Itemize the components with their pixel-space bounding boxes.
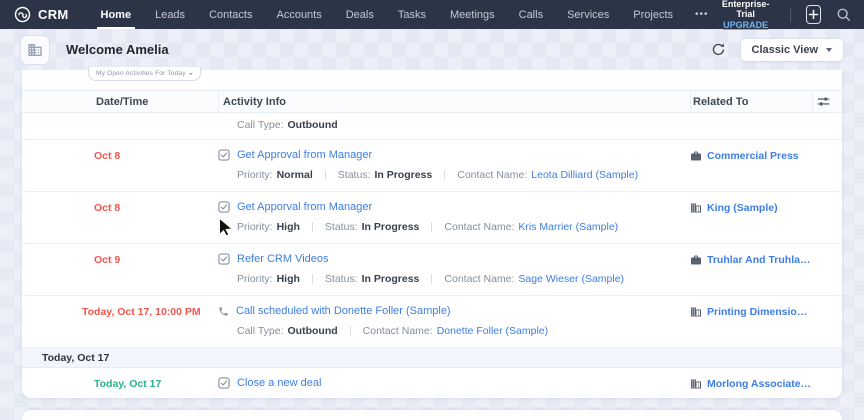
column-header-related-to[interactable]: Related To bbox=[690, 91, 812, 112]
detail-label: Call Type: bbox=[237, 325, 284, 337]
table-row[interactable]: Today, Oct 17, 10:00 PM Call scheduled w… bbox=[22, 296, 842, 348]
tab-meetings[interactable]: Meetings bbox=[438, 0, 507, 29]
view-selector-label: Classic View bbox=[752, 44, 818, 56]
detail-value: Normal bbox=[277, 169, 313, 181]
row-date: Oct 8 bbox=[94, 202, 120, 214]
zoho-crm-logo-icon bbox=[14, 6, 31, 23]
trial-badge: Enterprise-Trial UPGRADE bbox=[719, 0, 773, 30]
detail-label: Contact Name: bbox=[444, 221, 514, 233]
account-icon bbox=[690, 201, 702, 219]
nav-right-controls: Enterprise-Trial UPGRADE bbox=[719, 0, 864, 30]
column-header-activity-info[interactable]: Activity Info bbox=[218, 91, 690, 112]
caret-down-icon bbox=[826, 48, 832, 52]
welcome-banner: Welcome Amelia Classic View bbox=[0, 29, 864, 70]
detail-label: Contact Name: bbox=[444, 273, 514, 285]
activity-title-link[interactable]: Close a new deal bbox=[237, 377, 321, 389]
row-date: Today, Oct 17, 10:00 PM bbox=[82, 306, 201, 318]
trial-label: Enterprise-Trial bbox=[719, 0, 773, 20]
table-row[interactable]: Oct 8 Get Approval from Manager Priority… bbox=[22, 140, 842, 192]
related-to-link[interactable]: King (Sample) bbox=[707, 202, 778, 214]
task-icon bbox=[218, 377, 230, 389]
task-icon bbox=[218, 149, 230, 161]
row-date: Oct 8 bbox=[94, 150, 120, 162]
detail-value: In Progress bbox=[362, 221, 420, 233]
detail-value: In Progress bbox=[374, 169, 432, 181]
tab-services[interactable]: Services bbox=[555, 0, 621, 29]
activity-title-link[interactable]: Get Apporval from Manager bbox=[237, 201, 372, 213]
deal-icon bbox=[690, 149, 702, 167]
table-header: Date/Time Activity Info Related To bbox=[22, 90, 842, 113]
row-date: Today, Oct 17 bbox=[94, 378, 161, 390]
activity-title-link[interactable]: Refer CRM Videos bbox=[237, 253, 329, 265]
table-row[interactable]: Oct 9 Refer CRM Videos Priority: High Sta… bbox=[22, 244, 842, 296]
tab-deals[interactable]: Deals bbox=[334, 0, 386, 29]
account-icon bbox=[690, 377, 702, 395]
related-to-link[interactable]: Morlong Associates (S... bbox=[707, 378, 812, 390]
module-icon-box[interactable] bbox=[20, 35, 50, 65]
activities-filter-label: My Open Activities For Today bbox=[96, 70, 186, 77]
upgrade-link[interactable]: UPGRADE bbox=[719, 20, 773, 30]
related-to-link[interactable]: Printing Dimensions (... bbox=[707, 306, 812, 318]
contact-link[interactable]: Leota Dilliard (Sample) bbox=[531, 169, 638, 181]
tab-projects[interactable]: Projects bbox=[621, 0, 685, 29]
brand: CRM bbox=[14, 6, 69, 23]
detail-label: Priority: bbox=[237, 273, 273, 285]
next-section-card bbox=[22, 410, 842, 420]
page-title: Welcome Amelia bbox=[66, 42, 169, 57]
building-icon bbox=[27, 42, 43, 58]
column-settings-icon[interactable] bbox=[812, 91, 842, 112]
tab-calls[interactable]: Calls bbox=[507, 0, 555, 29]
detail-value: Outbound bbox=[288, 325, 338, 337]
task-icon bbox=[218, 201, 230, 213]
detail-label: Contact Name: bbox=[457, 169, 527, 181]
detail-label: Contact Name: bbox=[363, 325, 433, 337]
table-row[interactable]: Today, Oct 17 Close a new deal Morlong A… bbox=[22, 368, 842, 398]
contact-link[interactable]: Kris Marrier (Sample) bbox=[518, 221, 618, 233]
table-row[interactable]: Oct 8 Get Apporval from Manager Priority… bbox=[22, 192, 842, 244]
task-icon bbox=[218, 253, 230, 265]
row-date: Oct 9 bbox=[94, 254, 120, 266]
call-icon bbox=[218, 306, 229, 317]
date-group-header: Today, Oct 17 bbox=[22, 348, 842, 368]
related-to-link[interactable]: Truhlar And Truhlar Att... bbox=[707, 254, 812, 266]
detail-value: In Progress bbox=[362, 273, 420, 285]
activity-title-link[interactable]: Get Approval from Manager bbox=[237, 149, 372, 161]
nav-more-icon[interactable]: ••• bbox=[685, 0, 719, 29]
tab-tasks[interactable]: Tasks bbox=[386, 0, 438, 29]
nav-divider bbox=[790, 7, 791, 22]
detail-label: Status: bbox=[325, 221, 358, 233]
view-selector-button[interactable]: Classic View bbox=[740, 38, 844, 62]
search-icon[interactable] bbox=[836, 7, 851, 22]
detail-label: Status: bbox=[338, 169, 371, 181]
contact-link[interactable]: Donette Foller (Sample) bbox=[437, 325, 548, 337]
quick-create-button[interactable] bbox=[806, 5, 822, 24]
nav-tabs: Home Leads Contacts Accounts Deals Tasks… bbox=[89, 0, 719, 29]
tab-leads[interactable]: Leads bbox=[143, 0, 197, 29]
detail-label: Priority: bbox=[237, 221, 273, 233]
caret-down-icon bbox=[189, 73, 193, 75]
activity-title-link[interactable]: Call scheduled with Donette Foller (Samp… bbox=[236, 305, 451, 317]
detail-value: High bbox=[277, 221, 300, 233]
table-row-partial[interactable]: Call Type: Outbound bbox=[22, 113, 842, 140]
top-navigation-bar: CRM Home Leads Contacts Accounts Deals T… bbox=[0, 0, 864, 29]
deal-icon bbox=[690, 253, 702, 271]
tab-accounts[interactable]: Accounts bbox=[264, 0, 333, 29]
activities-filter-dropdown[interactable]: My Open Activities For Today bbox=[88, 66, 201, 81]
tab-home[interactable]: Home bbox=[89, 0, 144, 29]
tab-contacts[interactable]: Contacts bbox=[197, 0, 264, 29]
detail-label: Priority: bbox=[237, 169, 273, 181]
brand-name: CRM bbox=[38, 7, 69, 22]
detail-value: High bbox=[277, 273, 300, 285]
column-header-date-time[interactable]: Date/Time bbox=[22, 91, 218, 112]
detail-label: Call Type: bbox=[237, 119, 284, 131]
contact-link[interactable]: Sage Wieser (Sample) bbox=[518, 273, 624, 285]
refresh-icon[interactable] bbox=[711, 42, 726, 57]
related-to-link[interactable]: Commercial Press bbox=[707, 150, 799, 162]
detail-value: Outbound bbox=[288, 119, 338, 131]
detail-label: Status: bbox=[325, 273, 358, 285]
activities-card: Date/Time Activity Info Related To Call … bbox=[22, 70, 842, 398]
account-icon bbox=[690, 305, 702, 323]
